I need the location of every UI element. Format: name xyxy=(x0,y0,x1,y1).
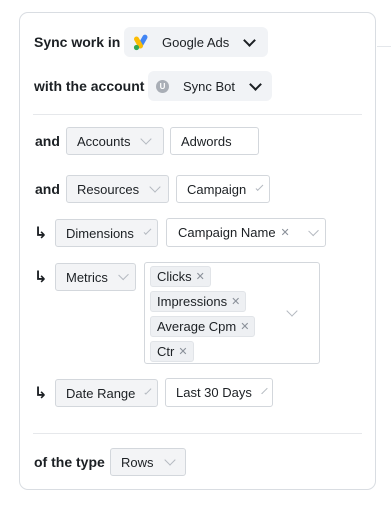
account-select-value: Sync Bot xyxy=(183,78,236,94)
section-divider xyxy=(33,114,362,115)
chevron-down-icon xyxy=(143,227,152,235)
sync-work-in-row: Sync work in xyxy=(34,27,120,57)
metric-tag-label: Ctr xyxy=(157,344,175,359)
chevron-down-icon xyxy=(140,133,153,145)
metric-tag: Ctr ✕ xyxy=(150,341,194,362)
dimensions-field-value: Dimensions xyxy=(66,225,134,241)
avatar: U xyxy=(156,79,169,93)
accounts-value: Adwords xyxy=(181,133,232,149)
dimensions-field-select[interactable]: Dimensions xyxy=(55,219,158,247)
sub-arrow-icon: ↳ xyxy=(34,225,48,242)
date-range-field-select[interactable]: Date Range xyxy=(55,379,158,407)
dimensions-value-multiselect[interactable]: Campaign Name ✕ xyxy=(166,218,326,247)
account-row: with the account xyxy=(34,71,144,101)
metrics-field-value: Metrics xyxy=(66,269,108,285)
metrics-field-select[interactable]: Metrics xyxy=(55,263,136,291)
type-select-value: Rows xyxy=(121,454,154,470)
date-range-value: Last 30 Days xyxy=(176,385,252,400)
resources-field-value: Resources xyxy=(77,181,140,197)
integration-select-value: Google Ads xyxy=(162,34,230,50)
remove-tag-icon[interactable]: ✕ xyxy=(231,295,240,308)
metrics-value-multiselect[interactable]: Clicks ✕ Impressions ✕ Average Cpm ✕ Ctr… xyxy=(144,262,320,364)
metric-tag-label: Impressions xyxy=(157,294,228,309)
type-select[interactable]: Rows xyxy=(110,448,186,476)
and-label: and xyxy=(35,181,60,197)
chevron-down-icon xyxy=(255,183,264,191)
date-range-field-value: Date Range xyxy=(66,385,136,401)
chevron-down-icon xyxy=(286,305,298,317)
resources-value: Campaign xyxy=(187,181,247,197)
and-row-2: and xyxy=(35,175,60,203)
chevron-down-icon xyxy=(249,77,262,91)
sub-arrow-icon: ↳ xyxy=(34,385,48,402)
remove-tag-icon[interactable]: ✕ xyxy=(240,320,249,333)
type-row: of the type xyxy=(34,448,105,476)
accounts-value-select[interactable]: Adwords xyxy=(170,127,259,155)
google-ads-icon xyxy=(133,34,148,51)
integration-select[interactable]: Google Ads xyxy=(124,27,268,57)
metric-tag-label: Clicks xyxy=(157,269,192,284)
chevron-down-icon xyxy=(118,269,129,281)
chevron-down-icon xyxy=(261,387,268,394)
sync-work-in-label: Sync work in xyxy=(34,34,121,50)
metrics-row: ↳ xyxy=(34,263,54,291)
account-select[interactable]: U Sync Bot xyxy=(148,71,272,101)
chevron-down-icon xyxy=(243,33,257,47)
metric-tag: Average Cpm ✕ xyxy=(150,316,256,337)
type-label: of the type xyxy=(34,454,105,470)
section-divider xyxy=(33,433,362,434)
accounts-field-select[interactable]: Accounts xyxy=(66,127,164,155)
date-range-row: ↳ xyxy=(34,379,54,407)
remove-tag-icon[interactable]: ✕ xyxy=(196,270,205,283)
metric-tag: Impressions ✕ xyxy=(150,291,247,312)
metric-tag-label: Average Cpm xyxy=(157,319,237,334)
and-label: and xyxy=(35,133,60,149)
dimension-tag-label: Campaign Name xyxy=(178,225,276,240)
date-range-value-select[interactable]: Last 30 Days xyxy=(165,378,273,407)
divider-line xyxy=(377,46,391,47)
and-row-1: and xyxy=(35,127,60,155)
remove-tag-icon[interactable]: ✕ xyxy=(281,226,290,239)
resources-field-select[interactable]: Resources xyxy=(66,175,169,203)
remove-tag-icon[interactable]: ✕ xyxy=(178,345,187,358)
metric-tag: Clicks ✕ xyxy=(150,266,211,287)
chevron-down-icon xyxy=(163,454,176,466)
chevron-down-icon xyxy=(307,225,319,236)
sub-arrow-icon: ↳ xyxy=(34,269,48,286)
resources-value-select[interactable]: Campaign xyxy=(176,175,270,203)
chevron-down-icon xyxy=(144,387,152,395)
accounts-field-value: Accounts xyxy=(77,133,131,149)
account-label: with the account xyxy=(34,78,145,94)
chevron-down-icon xyxy=(149,181,161,193)
dimensions-row: ↳ xyxy=(34,219,54,247)
